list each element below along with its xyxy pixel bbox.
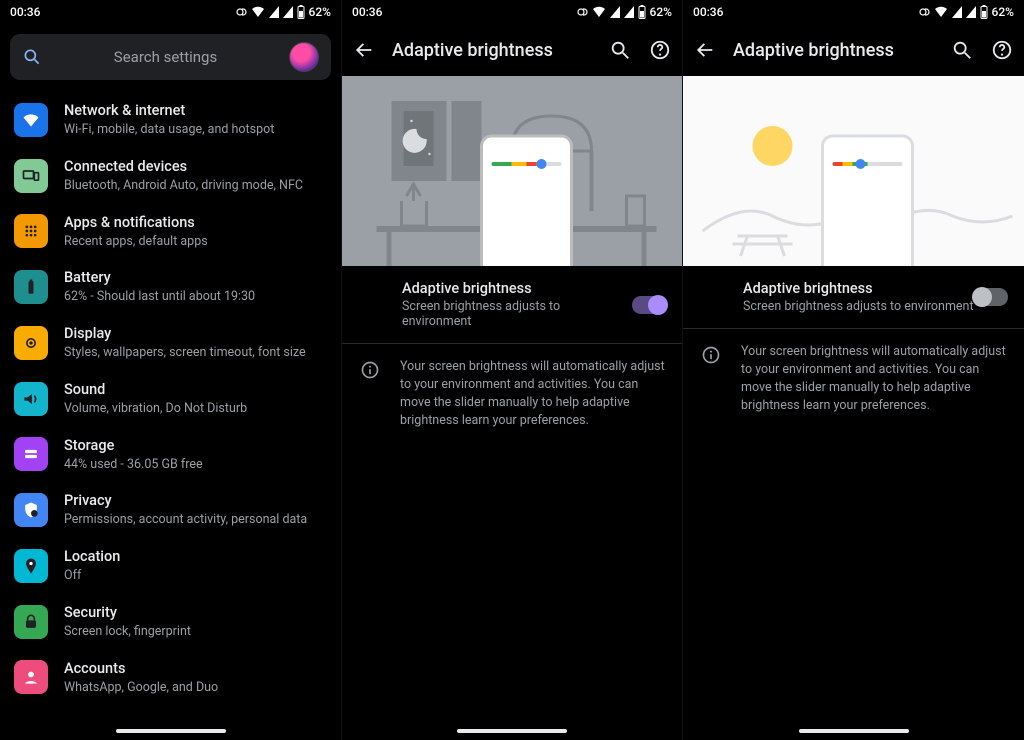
status-battery-text: 62%	[650, 5, 672, 19]
status-icons: 62%	[574, 5, 672, 19]
accounts-icon	[14, 660, 48, 694]
settings-item-privacy[interactable]: PrivacyPermissions, account activity, pe…	[0, 482, 341, 538]
search-placeholder: Search settings	[52, 48, 279, 66]
settings-item-security[interactable]: SecurityScreen lock, fingerprint	[0, 594, 341, 650]
setting-title: Adaptive brightness	[743, 280, 974, 297]
setting-subtitle: Screen brightness adjusts to environment	[402, 299, 632, 329]
search-button[interactable]	[608, 38, 632, 62]
status-icons: 62%	[916, 5, 1014, 19]
setting-title: Adaptive brightness	[402, 280, 632, 297]
setting-subtitle: Screen brightness adjusts to environment	[743, 299, 974, 314]
status-bar: 00:36 62%	[683, 0, 1024, 24]
signal-icon-2	[283, 6, 293, 18]
settings-main-panel: 00:36 62% Search settings Network & inte…	[0, 0, 341, 740]
nav-gesture-bar[interactable]	[683, 722, 1024, 740]
help-button[interactable]	[648, 38, 672, 62]
display-icon	[14, 326, 48, 360]
signal-icon-2	[624, 6, 634, 18]
search-settings-bar[interactable]: Search settings	[10, 34, 331, 80]
link-icon	[574, 7, 588, 17]
adaptive-brightness-toggle[interactable]	[632, 296, 666, 314]
location-icon	[14, 549, 48, 583]
wifi-icon	[934, 6, 948, 18]
status-time: 00:36	[352, 5, 382, 19]
settings-item-sound[interactable]: SoundVolume, vibration, Do Not Disturb	[0, 371, 341, 427]
signal-icon-1	[269, 6, 279, 18]
apps-icon	[14, 214, 48, 248]
illustration-dark-room	[342, 76, 682, 266]
status-battery-text: 62%	[992, 5, 1014, 19]
illustration-bright-outdoor	[683, 76, 1024, 266]
nav-gesture-bar[interactable]	[0, 722, 341, 740]
signal-icon-1	[952, 6, 962, 18]
status-icons: 62%	[233, 5, 331, 19]
signal-icon-2	[966, 6, 976, 18]
status-bar: 00:36 62%	[0, 0, 341, 24]
profile-avatar[interactable]	[289, 42, 319, 72]
link-icon	[233, 7, 247, 17]
storage-icon	[14, 437, 48, 471]
info-icon	[358, 358, 382, 431]
page-header: Adaptive brightness	[342, 24, 682, 76]
security-icon	[14, 605, 48, 639]
info-text: Your screen brightness will automaticall…	[400, 358, 666, 431]
search-icon	[22, 47, 42, 67]
info-block: Your screen brightness will automaticall…	[683, 329, 1024, 430]
wifi-icon	[592, 6, 606, 18]
help-button[interactable]	[990, 38, 1014, 62]
devices-icon	[14, 159, 48, 193]
page-title: Adaptive brightness	[733, 40, 934, 61]
battery-icon	[14, 270, 48, 304]
info-icon	[699, 343, 723, 416]
page-header: Adaptive brightness	[683, 24, 1024, 76]
adaptive-brightness-panel-on: 00:36 62% Adaptive brightness	[341, 0, 682, 740]
settings-item-display[interactable]: DisplayStyles, wallpapers, screen timeou…	[0, 315, 341, 371]
privacy-icon	[14, 493, 48, 527]
settings-item-storage[interactable]: Storage44% used - 36.05 GB free	[0, 427, 341, 483]
page-title: Adaptive brightness	[392, 40, 592, 61]
adaptive-brightness-setting[interactable]: Adaptive brightness Screen brightness ad…	[683, 266, 1024, 329]
status-time: 00:36	[693, 5, 723, 19]
back-button[interactable]	[352, 38, 376, 62]
info-block: Your screen brightness will automaticall…	[342, 344, 682, 445]
settings-item-network[interactable]: Network & internetWi-Fi, mobile, data us…	[0, 92, 341, 148]
battery-icon	[638, 5, 646, 19]
settings-item-battery[interactable]: Battery62% - Should last until about 19:…	[0, 259, 341, 315]
status-battery-text: 62%	[309, 5, 331, 19]
adaptive-brightness-panel-off: 00:36 62% Adaptive brightness	[682, 0, 1024, 740]
battery-icon	[297, 5, 305, 19]
back-button[interactable]	[693, 38, 717, 62]
settings-item-location[interactable]: LocationOff	[0, 538, 341, 594]
status-bar: 00:36 62%	[342, 0, 682, 24]
settings-item-accounts[interactable]: AccountsWhatsApp, Google, and Duo	[0, 650, 341, 706]
search-button[interactable]	[950, 38, 974, 62]
link-icon	[916, 7, 930, 17]
info-text: Your screen brightness will automaticall…	[741, 343, 1008, 416]
adaptive-brightness-toggle[interactable]	[974, 288, 1008, 306]
wifi-icon	[14, 103, 48, 137]
settings-item-connected[interactable]: Connected devicesBluetooth, Android Auto…	[0, 148, 341, 204]
settings-item-apps[interactable]: Apps & notificationsRecent apps, default…	[0, 204, 341, 260]
adaptive-brightness-setting[interactable]: Adaptive brightness Screen brightness ad…	[342, 266, 682, 344]
signal-icon-1	[610, 6, 620, 18]
nav-gesture-bar[interactable]	[342, 722, 682, 740]
sound-icon	[14, 382, 48, 416]
wifi-icon	[251, 6, 265, 18]
status-time: 00:36	[10, 5, 40, 19]
battery-icon	[980, 5, 988, 19]
settings-list: Network & internetWi-Fi, mobile, data us…	[0, 86, 341, 711]
